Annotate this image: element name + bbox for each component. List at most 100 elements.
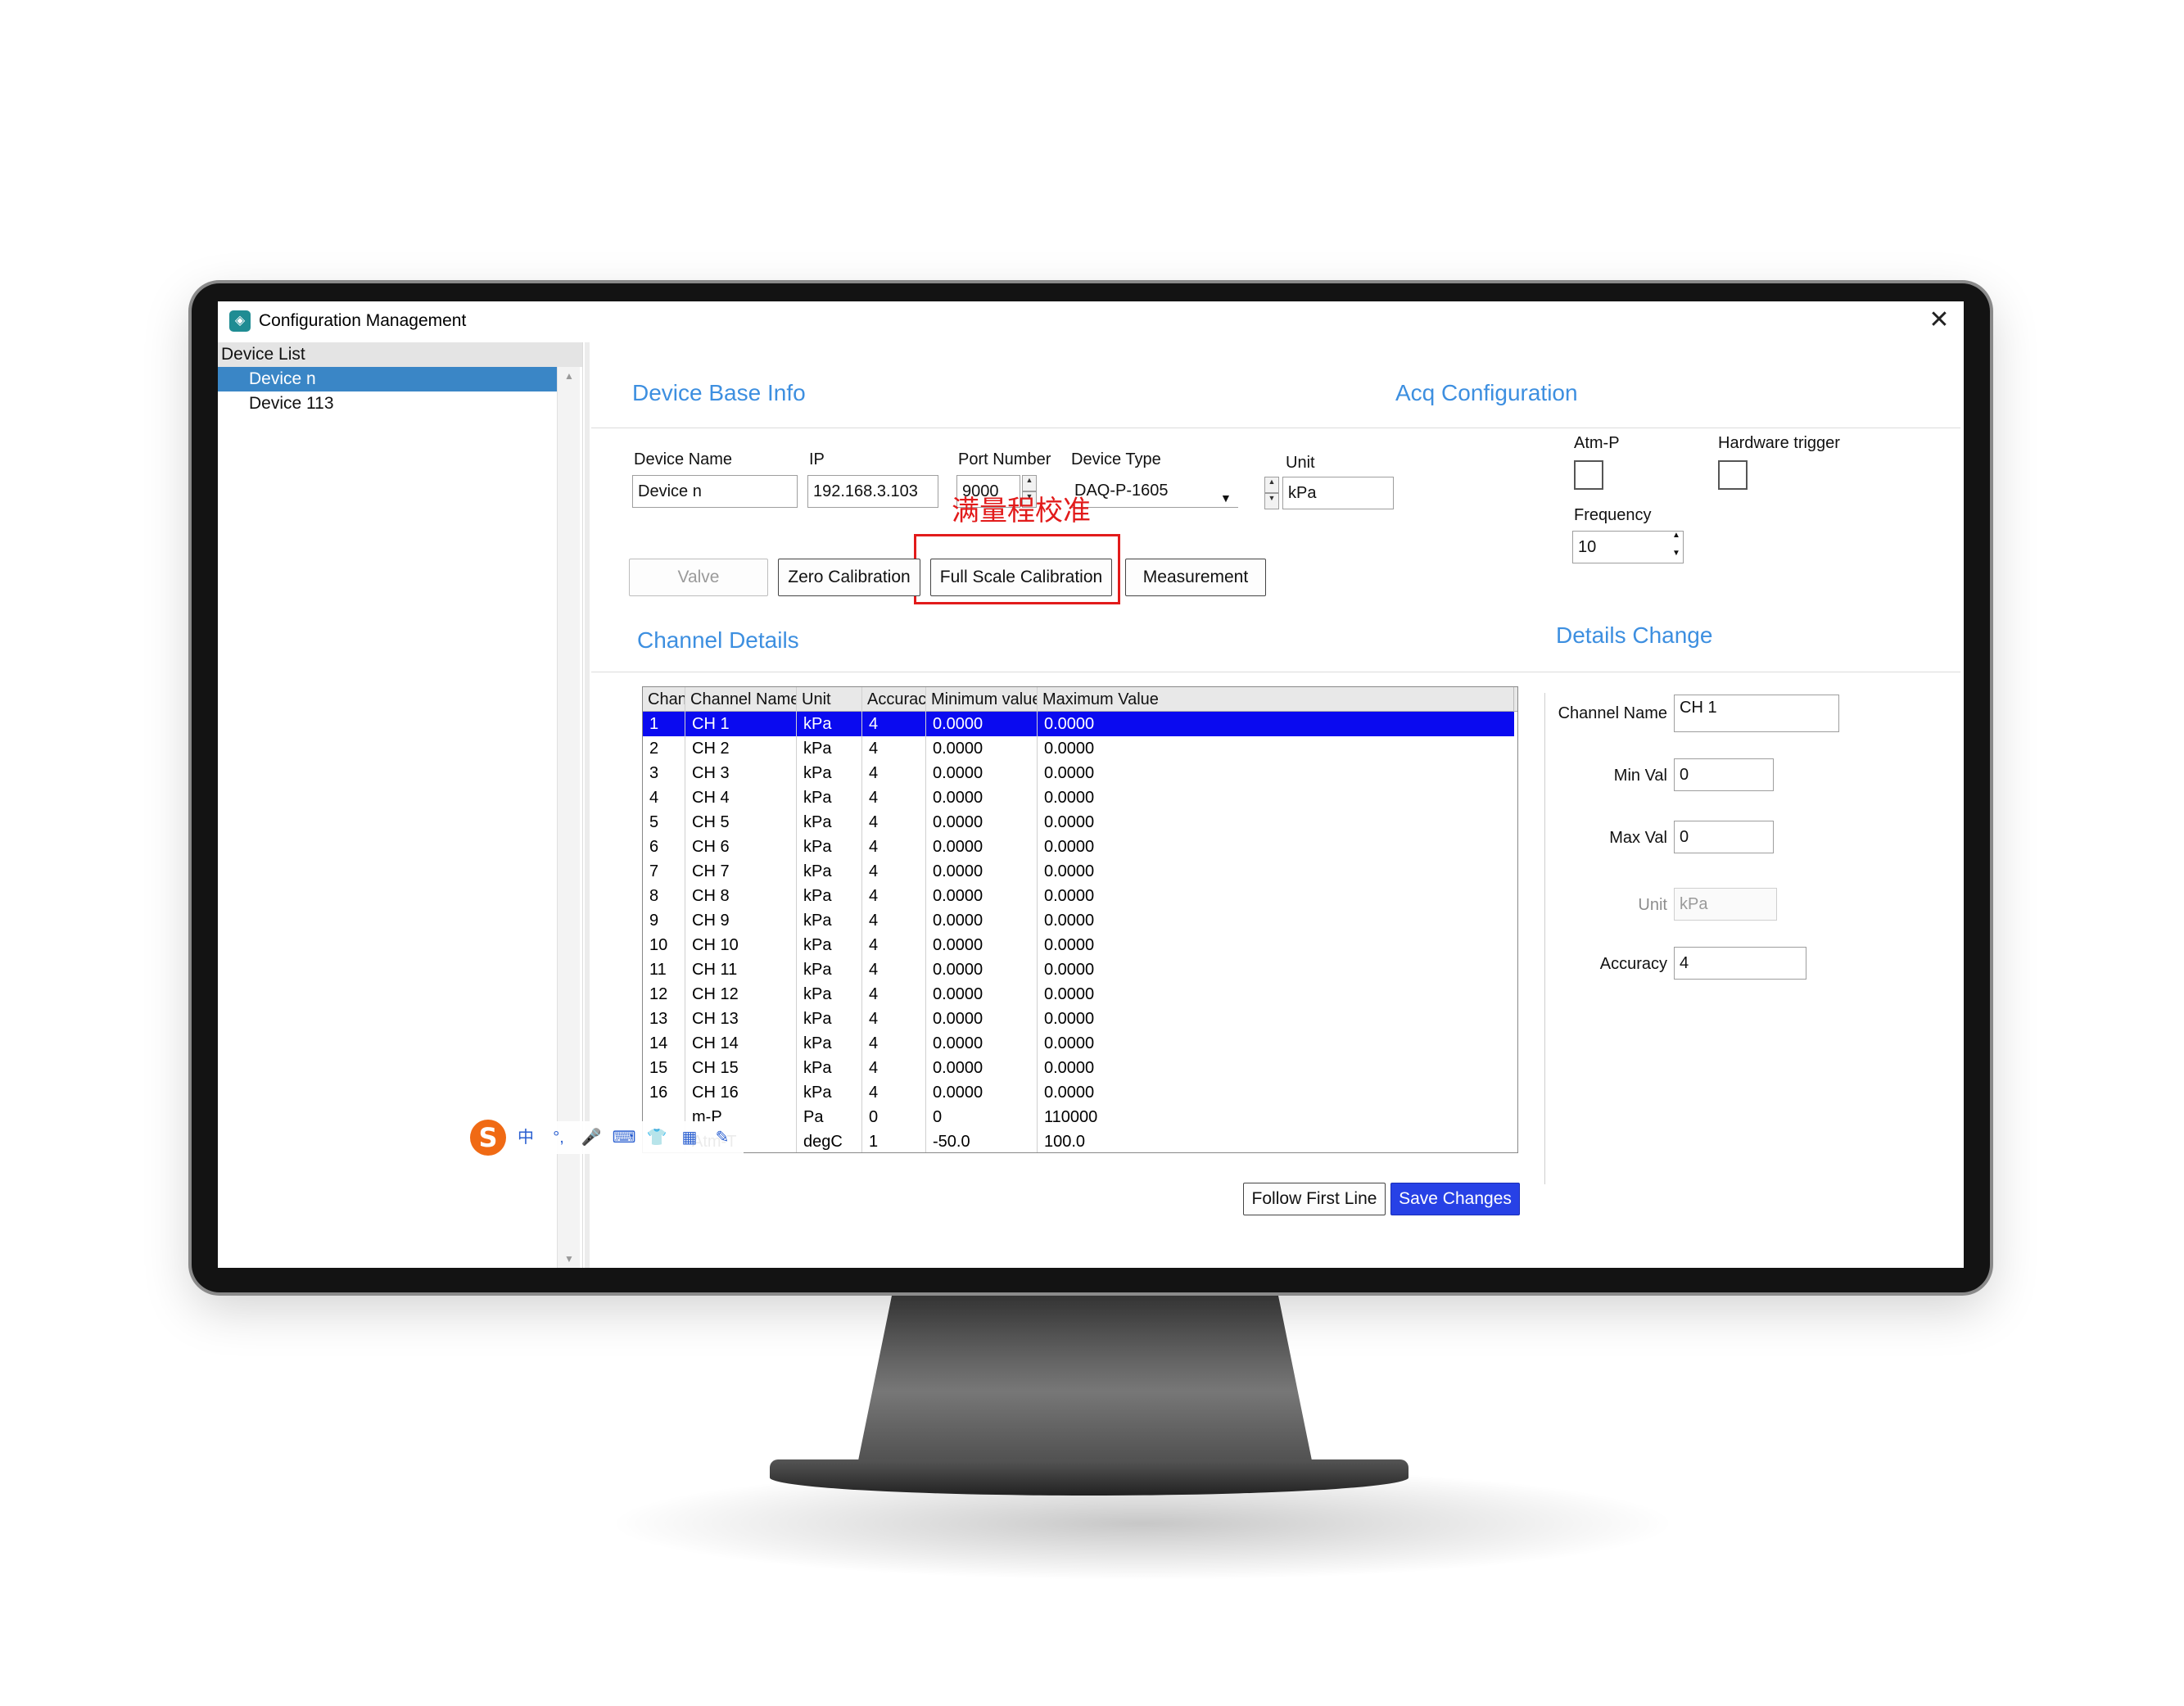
atm-p-checkbox[interactable] [1574, 460, 1603, 490]
measurement-button[interactable]: Measurement [1125, 559, 1266, 596]
table-cell: 0.0000 [933, 912, 983, 930]
table-cell: 1 [649, 715, 659, 733]
keyboard-icon[interactable]: ⌨ [611, 1125, 637, 1151]
save-changes-button[interactable]: Save Changes [1390, 1183, 1520, 1215]
table-row[interactable]: 15 CH 15 kPa 4 0.0000 0.0000 [643, 1056, 1514, 1080]
accuracy-field[interactable]: 4 [1674, 947, 1806, 980]
ime-logo-icon[interactable]: S [470, 1120, 506, 1156]
scroll-up-icon[interactable]: ▲ [558, 367, 581, 385]
table-cell: kPa [803, 936, 832, 954]
table-row[interactable]: m-P Pa 0 0 110000 [643, 1105, 1514, 1129]
table-cell: 0.0000 [1044, 862, 1095, 880]
table-cell: 4 [869, 936, 879, 954]
table-row[interactable]: 5 CH 5 kPa 4 0.0000 0.0000 [643, 810, 1514, 835]
table-row[interactable]: 13 CH 13 kPa 4 0.0000 0.0000 [643, 1007, 1514, 1031]
table-row[interactable]: 7 CH 7 kPa 4 0.0000 0.0000 [643, 859, 1514, 884]
acq-configuration-title: Acq Configuration [1395, 380, 1578, 405]
table-cell: 4 [869, 985, 879, 1003]
table-cell: 0.0000 [933, 985, 983, 1003]
ime-toolbar: S 中 °, 🎤 ⌨ 👕 ▦ ✎ [467, 1120, 744, 1156]
details-change-title: Details Change [1556, 622, 1713, 648]
title-bar: ◈ Configuration Management ✕ [218, 301, 1964, 341]
table-cell: 4 [869, 912, 879, 930]
close-button[interactable]: ✕ [1924, 306, 1954, 336]
column-header[interactable]: Minimum value [926, 687, 1038, 712]
table-cell: 0.0000 [933, 1059, 983, 1077]
device-list-item[interactable]: Device n [218, 367, 557, 391]
table-row[interactable]: 11 CH 11 kPa 4 0.0000 0.0000 [643, 957, 1514, 982]
column-header[interactable]: Accuracy [862, 687, 926, 712]
annotation-label: 满量程校准 [952, 496, 1091, 527]
table-cell: 12 [649, 985, 668, 1003]
table-cell: 0 [869, 1108, 879, 1126]
column-divider [796, 687, 797, 1152]
tools-icon[interactable]: ✎ [709, 1125, 735, 1151]
table-row[interactable]: Atm-TdegC1-50.0100.0 [643, 1129, 1514, 1152]
apps-grid-icon[interactable]: ▦ [676, 1125, 703, 1151]
monitor-stand-neck [856, 1292, 1314, 1473]
table-cell: 16 [649, 1084, 668, 1102]
table-row[interactable]: 8 CH 8 kPa 4 0.0000 0.0000 [643, 884, 1514, 908]
max-val-field[interactable]: 0 [1674, 821, 1774, 853]
unit-up-icon[interactable]: ▲ [1264, 477, 1279, 493]
column-header[interactable]: Unit [797, 687, 862, 712]
table-cell: 6 [649, 838, 659, 856]
channel-table-header: ChannelChannel NameUnitAccuracyMinimum v… [643, 687, 1517, 712]
table-cell: 4 [869, 887, 879, 905]
microphone-icon[interactable]: 🎤 [578, 1125, 604, 1151]
scroll-down-icon[interactable]: ▼ [558, 1250, 581, 1268]
follow-first-line-button[interactable]: Follow First Line [1243, 1183, 1386, 1215]
frequency-up-icon[interactable]: ▲ [1672, 531, 1680, 540]
table-cell: -50.0 [933, 1133, 970, 1151]
table-cell: CH 14 [692, 1034, 739, 1052]
table-row[interactable]: 16 CH 16 kPa 4 0.0000 0.0000 [643, 1080, 1514, 1105]
punctuation-icon[interactable]: °, [545, 1125, 572, 1151]
table-row[interactable]: 10 CH 10 kPa 4 0.0000 0.0000 [643, 933, 1514, 957]
table-row[interactable]: 6 CH 6 kPa 4 0.0000 0.0000 [643, 835, 1514, 859]
min-val-field[interactable]: 0 [1674, 758, 1774, 791]
monitor-stand-base [770, 1459, 1409, 1496]
unit-field[interactable]: kPa [1282, 477, 1394, 509]
table-cell: CH 9 [692, 912, 730, 930]
column-header[interactable]: Maximum Value [1038, 687, 1514, 712]
stage: ◈ Configuration Management ✕ Device List… [0, 0, 2184, 1706]
table-cell: 10 [649, 936, 668, 954]
table-cell: kPa [803, 715, 832, 733]
column-header[interactable]: Channel [643, 687, 685, 712]
table-row[interactable]: 3 CH 3 kPa 4 0.0000 0.0000 [643, 761, 1514, 785]
skin-icon[interactable]: 👕 [644, 1125, 670, 1151]
table-cell: 0.0000 [1044, 838, 1095, 856]
zero-calibration-button[interactable]: Zero Calibration [778, 559, 920, 596]
table-cell: 110000 [1044, 1108, 1098, 1126]
table-cell: 0.0000 [933, 936, 983, 954]
table-cell: 4 [869, 740, 879, 758]
table-cell: 4 [869, 838, 879, 856]
full-scale-calibration-button[interactable]: Full Scale Calibration [930, 559, 1112, 596]
table-cell: 3 [649, 764, 659, 782]
table-cell: CH 8 [692, 887, 730, 905]
device-name-field[interactable]: Device n [632, 475, 798, 508]
device-type-select[interactable]: DAQ-P-1605 [1069, 475, 1238, 508]
table-row[interactable]: 1 CH 1 kPa 4 0.0000 0.0000 [643, 712, 1514, 736]
unit-down-icon[interactable]: ▼ [1264, 493, 1279, 509]
chinese-mode-icon[interactable]: 中 [513, 1125, 539, 1151]
table-cell: 0.0000 [933, 961, 983, 979]
hardware-trigger-checkbox[interactable] [1718, 460, 1748, 490]
hardware-trigger-label: Hardware trigger [1718, 434, 1840, 452]
column-header[interactable]: Channel Name [685, 687, 797, 712]
table-row[interactable]: 2 CH 2 kPa 4 0.0000 0.0000 [643, 736, 1514, 761]
table-row[interactable]: 9 CH 9 kPa 4 0.0000 0.0000 [643, 908, 1514, 933]
table-row[interactable]: 14 CH 14 kPa 4 0.0000 0.0000 [643, 1031, 1514, 1056]
channel-name-field[interactable]: CH 1 [1674, 695, 1839, 732]
table-cell: 2 [649, 740, 659, 758]
frequency-down-icon[interactable]: ▼ [1672, 549, 1680, 558]
valve-button[interactable]: Valve [629, 559, 768, 596]
table-cell: 4 [869, 1084, 879, 1102]
device-list-item[interactable]: Device 113 [218, 391, 557, 416]
frequency-field[interactable]: 10 [1572, 531, 1684, 563]
chevron-down-icon[interactable]: ▼ [1220, 491, 1232, 505]
ip-field[interactable]: 192.168.3.103 [807, 475, 938, 508]
table-row[interactable]: 12 CH 12 kPa 4 0.0000 0.0000 [643, 982, 1514, 1007]
table-cell: 0.0000 [1044, 789, 1095, 807]
table-row[interactable]: 4 CH 4 kPa 4 0.0000 0.0000 [643, 785, 1514, 810]
